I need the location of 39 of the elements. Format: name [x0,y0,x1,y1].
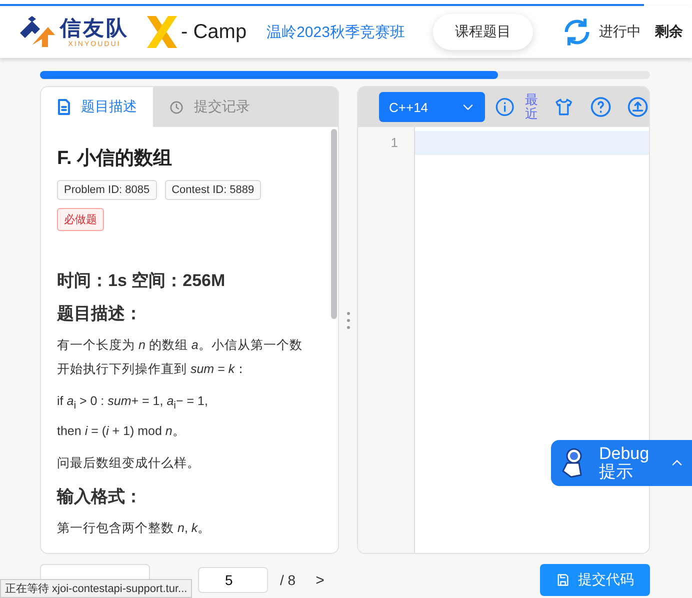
description-paragraph: 有一个长度为 n 的数组 a。小信从第一个数开始执行下列操作直到 sum = k： [57,337,304,378]
language-select[interactable]: C++14 [379,92,486,122]
page-input[interactable]: 5 [198,567,268,593]
description-paragraph: if a$_{i}$ > 0 : sum+ = 1, a$_{i}$− = 1, then i = (i + 1) mod n。 [57,393,209,440]
debug-hint-button[interactable]: Debug 提示 [551,440,692,486]
info-icon [495,97,516,117]
submit-code-button[interactable]: 提交代码 [540,564,650,596]
line-number: 1 [390,134,399,152]
status-text: 进行中 [598,23,641,41]
brand-name: 信友队 [60,16,129,40]
panel-tab[interactable]: 题目描述 [41,87,153,127]
section-heading: 输入格式： [57,486,143,508]
problem-title: F. 小信的数组 [57,147,174,171]
section-heading: 题目描述： [57,303,143,325]
class-link[interactable]: 温岭2023秋季竞赛班 [266,22,405,42]
house-logo-icon [18,15,56,49]
page-total: / 8 [280,572,296,588]
description-paragraph: 第一行包含两个整数 n, k。 [57,520,212,536]
course-problems-button[interactable]: 课程题目 [432,14,533,50]
shirt-icon [554,97,574,117]
help-icon [590,96,612,118]
recent-code-link[interactable]: 最近 [525,92,538,122]
id-tag: Contest ID: 5889 [164,180,262,200]
id-tag: Problem ID: 8085 [57,180,157,200]
document-icon [57,99,71,115]
required-tag: 必做题 [57,208,104,231]
panel-tab[interactable]: 提交记录 [153,87,266,127]
upload-icon [627,96,649,118]
camp-logo-text: - Camp [181,20,247,44]
limits-heading: 时间：1s 空间：256M [57,270,226,292]
debug-title: Debug [599,445,650,463]
remaining-time-label: 剩余 [654,23,683,41]
clock-icon [169,100,184,114]
description-paragraph: 问最后数组变成什么样。 [57,454,201,472]
save-icon [556,573,570,587]
debug-subtitle: 提示 [599,463,633,481]
loading-status-tooltip: 正在等待 xjoi-contestapi-support.tur... [0,579,192,598]
next-page-button[interactable]: > [310,570,330,590]
x-logo-icon [147,16,177,48]
